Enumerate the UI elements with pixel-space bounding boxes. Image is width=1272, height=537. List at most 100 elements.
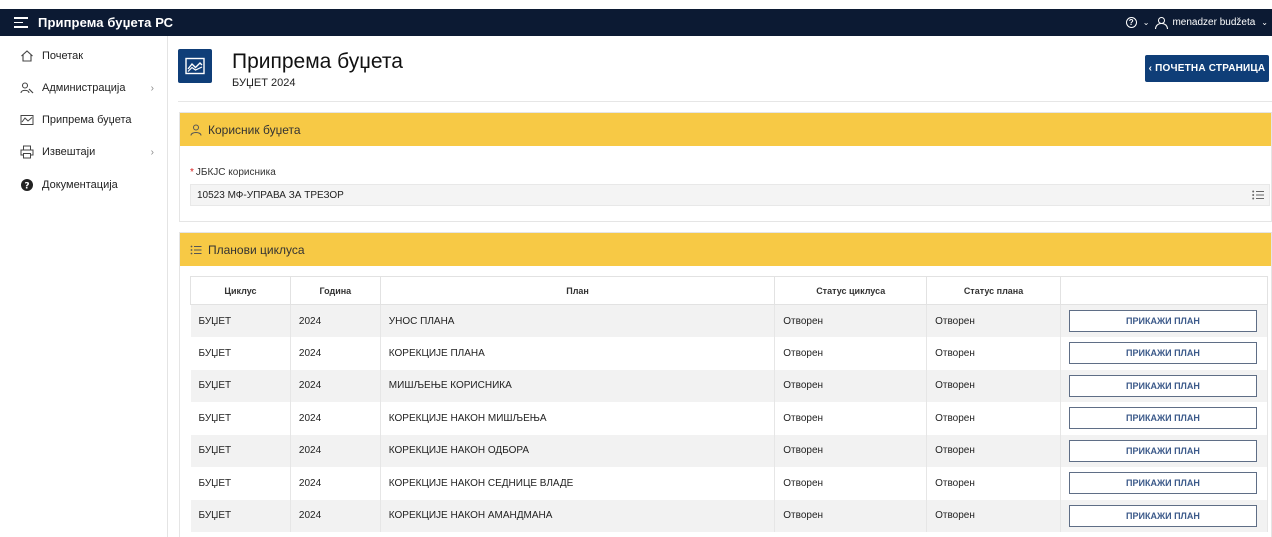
cell-plan: КОРЕКЦИЈЕ НАКОН СЕДНИЦЕ ВЛАДЕ: [380, 467, 776, 500]
chart-area-icon: [20, 113, 34, 127]
column-header-cycle-status[interactable]: Статус циклуса: [774, 276, 928, 305]
cell-plan: УНОС ПЛАНА: [380, 304, 776, 337]
cell-plan: КОРЕКЦИЈЕ НАКОН АМАНДМАНА: [380, 499, 776, 532]
column-header-actions: [1059, 276, 1269, 305]
sidebar-item-home[interactable]: Почетак: [0, 44, 168, 68]
table-row: БУЏЕТ 2024 КОРЕКЦИЈЕ НАКОН СЕДНИЦЕ ВЛАДЕ…: [190, 467, 1269, 500]
top-bar: Припрема буџета РС ? ⌄ menadzer budžeta …: [0, 9, 1272, 36]
section-title: Планови циклуса: [208, 242, 305, 257]
page-subtitle: БУЏЕТ 2024: [232, 77, 296, 89]
section-header: Планови циклуса: [180, 233, 1271, 266]
table-header-row: Циклус Година План Статус циклуса Статус…: [190, 276, 1269, 305]
cell-plan-status: Отворен: [926, 337, 1061, 370]
cycle-plans-section: Планови циклуса Циклус Година План Стату…: [179, 232, 1272, 537]
chart-area-icon: [178, 49, 212, 83]
cell-year: 2024: [290, 402, 381, 435]
cell-plan-status: Отворен: [926, 467, 1061, 500]
page-header: Припрема буџета БУЏЕТ 2024 ‹ ПОЧЕТНА СТР…: [178, 36, 1272, 102]
cell-cycle-status: Отворен: [774, 499, 928, 532]
show-plan-button[interactable]: ПРИКАЖИ ПЛАН: [1068, 439, 1257, 462]
cell-plan-status: Отворен: [926, 402, 1061, 435]
cell-cycle-status: Отворен: [774, 467, 928, 500]
home-icon: [20, 49, 34, 63]
menu-toggle-icon[interactable]: [14, 17, 28, 28]
sidebar-item-label: Администрација: [42, 82, 126, 94]
column-header-cycle[interactable]: Циклус: [190, 276, 291, 305]
sidebar-item-label: Почетак: [42, 50, 84, 62]
cell-cycle-status: Отворен: [774, 304, 928, 337]
cell-action: ПРИКАЖИ ПЛАН: [1060, 402, 1269, 435]
cell-action: ПРИКАЖИ ПЛАН: [1060, 337, 1269, 370]
cell-action: ПРИКАЖИ ПЛАН: [1060, 499, 1269, 532]
cell-cycle: БУЏЕТ: [190, 337, 291, 370]
help-chevron-down-icon[interactable]: ⌄: [1143, 18, 1150, 27]
cell-cycle-status: Отворен: [774, 369, 928, 402]
cell-action: ПРИКАЖИ ПЛАН: [1060, 467, 1269, 500]
home-page-button[interactable]: ‹ ПОЧЕТНА СТРАНИЦА: [1145, 55, 1269, 82]
table-row: БУЏЕТ 2024 КОРЕКЦИЈЕ НАКОН АМАНДМАНА Отв…: [190, 499, 1269, 532]
plans-table: Циклус Година План Статус циклуса Статус…: [190, 276, 1269, 532]
show-plan-button[interactable]: ПРИКАЖИ ПЛАН: [1068, 342, 1257, 365]
show-plan-button[interactable]: ПРИКАЖИ ПЛАН: [1068, 310, 1257, 332]
sidebar-item-reports[interactable]: Извештаји ›: [0, 140, 168, 164]
user-icon[interactable]: [1155, 17, 1169, 29]
list-picker-icon[interactable]: [1251, 188, 1265, 202]
cell-action: ПРИКАЖИ ПЛАН: [1060, 434, 1269, 467]
jbkjs-value: 10523 МФ-УПРАВА ЗА ТРЕЗОР: [197, 189, 344, 201]
cell-year: 2024: [290, 434, 381, 467]
jbkjs-field[interactable]: 10523 МФ-УПРАВА ЗА ТРЕЗОР: [190, 184, 1270, 206]
cell-cycle-status: Отворен: [774, 402, 928, 435]
sidebar: Почетак Администрација › Припрема буџета…: [0, 36, 168, 537]
show-plan-button[interactable]: ПРИКАЖИ ПЛАН: [1068, 407, 1257, 430]
show-plan-button[interactable]: ПРИКАЖИ ПЛАН: [1068, 374, 1257, 397]
table-row: БУЏЕТ 2024 КОРЕКЦИЈЕ ПЛАНА Отворен Отвор…: [190, 337, 1269, 370]
cell-action: ПРИКАЖИ ПЛАН: [1060, 304, 1269, 337]
cell-cycle: БУЏЕТ: [190, 402, 291, 435]
printer-icon: [20, 145, 34, 159]
jbkjs-label-text: ЈБКЈС корисника: [195, 167, 276, 178]
cell-plan: КОРЕКЦИЈЕ НАКОН ОДБОРА: [380, 434, 776, 467]
sidebar-item-documentation[interactable]: ? Документација: [0, 173, 168, 197]
table-row: БУЏЕТ 2024 УНОС ПЛАНА Отворен Отворен ПР…: [190, 304, 1269, 337]
table-row: БУЏЕТ 2024 МИШЉЕЊЕ КОРИСНИКА Отворен Отв…: [190, 369, 1269, 402]
cell-year: 2024: [290, 369, 381, 402]
cell-cycle: БУЏЕТ: [190, 304, 291, 337]
list-icon: [190, 244, 202, 256]
cell-year: 2024: [290, 499, 381, 532]
column-header-plan-status[interactable]: Статус плана: [926, 276, 1061, 305]
sidebar-item-label: Извештаји: [42, 146, 96, 158]
cell-cycle-status: Отворен: [774, 337, 928, 370]
svg-text:?: ?: [24, 181, 29, 191]
show-plan-button[interactable]: ПРИКАЖИ ПЛАН: [1068, 472, 1257, 495]
section-title: Корисник буџета: [208, 122, 301, 137]
sidebar-item-label: Припрема буџета: [42, 114, 132, 126]
cell-plan: КОРЕКЦИЈЕ ПЛАНА: [380, 337, 776, 370]
column-header-year[interactable]: Година: [289, 276, 381, 305]
cell-cycle: БУЏЕТ: [190, 434, 291, 467]
cell-cycle: БУЏЕТ: [190, 499, 291, 532]
cell-year: 2024: [290, 337, 381, 370]
cell-cycle-status: Отворен: [774, 434, 928, 467]
sidebar-item-budget-preparation[interactable]: Припрема буџета: [0, 108, 168, 132]
column-header-plan[interactable]: План: [379, 276, 776, 305]
app-title: Припрема буџета РС: [38, 15, 174, 30]
show-plan-button[interactable]: ПРИКАЖИ ПЛАН: [1068, 504, 1257, 527]
cell-plan: МИШЉЕЊЕ КОРИСНИКА: [380, 369, 776, 402]
user-admin-icon: [20, 81, 34, 95]
help-icon[interactable]: ?: [1125, 17, 1137, 28]
user-chevron-down-icon[interactable]: ⌄: [1261, 18, 1268, 27]
cell-year: 2024: [290, 304, 381, 337]
sidebar-item-administration[interactable]: Администрација ›: [0, 76, 168, 100]
cell-plan: КОРЕКЦИЈЕ НАКОН МИШЉЕЊА: [380, 402, 776, 435]
chevron-right-icon: ›: [150, 146, 154, 158]
cell-plan-status: Отворен: [926, 304, 1061, 337]
required-marker: *: [190, 167, 194, 178]
cell-cycle: БУЏЕТ: [190, 369, 291, 402]
user-name[interactable]: menadzer budžeta: [1172, 17, 1255, 28]
chevron-right-icon: ›: [150, 82, 154, 94]
cell-year: 2024: [290, 467, 381, 500]
table-row: БУЏЕТ 2024 КОРЕКЦИЈЕ НАКОН ОДБОРА Отворе…: [190, 434, 1269, 467]
sidebar-item-label: Документација: [42, 179, 118, 191]
question-circle-icon: ?: [20, 178, 34, 192]
cell-plan-status: Отворен: [926, 434, 1061, 467]
